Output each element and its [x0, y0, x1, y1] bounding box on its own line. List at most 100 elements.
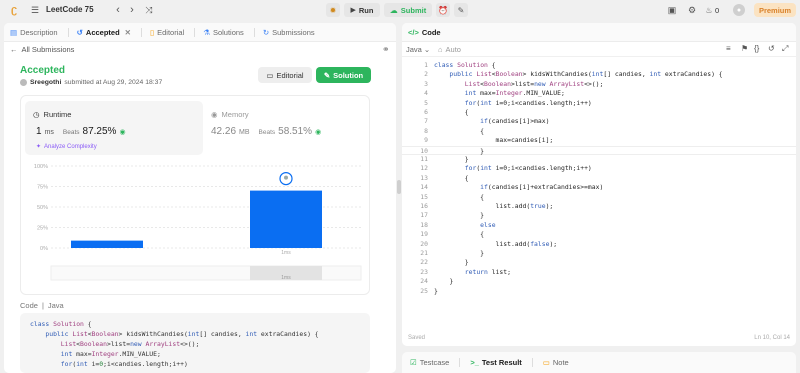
- debug-icon[interactable]: ✹: [326, 3, 340, 17]
- code-line: class Solution {: [30, 320, 92, 328]
- chevron-down-icon: ⌄: [423, 45, 431, 54]
- line-number: 25: [420, 286, 428, 295]
- editor-line[interactable]: 2 public List<Boolean> kidsWithCandies(i…: [402, 70, 796, 79]
- share-link-icon[interactable]: ⚭: [382, 44, 390, 55]
- settings-gear-icon[interactable]: ⚙: [686, 4, 698, 16]
- autocomplete-mode[interactable]: ⌂ Auto: [438, 45, 461, 54]
- editorial-button[interactable]: ▭ Editorial: [258, 67, 312, 83]
- y-tick-label: 0%: [40, 246, 48, 252]
- timer-icon[interactable]: ⏰: [436, 3, 450, 17]
- submit-button[interactable]: ☁ Submit: [384, 3, 432, 17]
- line-text: {: [434, 108, 469, 116]
- panel-resize-handle[interactable]: [397, 180, 401, 194]
- runtime-box[interactable]: ◷ Runtime 1 ms Beats 87.25% ◉ ✦ Analyze Co…: [25, 101, 203, 155]
- editor-line[interactable]: 1 class Solution {: [402, 61, 796, 70]
- reset-icon[interactable]: ↺: [768, 44, 775, 53]
- editor-line[interactable]: 12 for(int i=0;i<candies.length;i++): [402, 164, 796, 173]
- history-icon: ↺: [76, 27, 83, 37]
- user-marker-head: [284, 175, 288, 180]
- editor-line[interactable]: 6 {: [402, 108, 796, 117]
- notes-icon[interactable]: ✎: [454, 3, 468, 17]
- tab-accepted[interactable]: ↺ Accepted ✕: [77, 28, 131, 37]
- tab-code[interactable]: </> Code: [408, 28, 441, 37]
- editor-line[interactable]: 14 if(candies[i]+extraCandies>=max): [402, 183, 796, 192]
- prev-problem-icon[interactable]: ‹: [112, 4, 124, 16]
- layout-icon[interactable]: ▣: [666, 4, 678, 16]
- editor-line[interactable]: 21 }: [402, 249, 796, 258]
- analyze-complexity-link[interactable]: ✦ Analyze Complexity: [36, 143, 97, 151]
- memory-box[interactable]: ◉ Memory 42.26 MB Beats 58.51% ◉: [209, 101, 367, 155]
- line-number: 12: [420, 164, 428, 173]
- editor-line[interactable]: 18 else: [402, 221, 796, 230]
- editor-line[interactable]: 24 }: [402, 277, 796, 286]
- editor-line[interactable]: 15 {: [402, 193, 796, 202]
- editor-line[interactable]: 5 for(int i=0;i<candies.length;i++): [402, 99, 796, 108]
- editor-line[interactable]: 20 list.add(false);: [402, 240, 796, 249]
- premium-button[interactable]: Premium: [754, 3, 796, 17]
- leetcode-logo-icon[interactable]: ʗ: [8, 4, 20, 16]
- tab-testcase[interactable]: ☑ Testcase: [410, 358, 449, 367]
- flask-icon: ⚗: [203, 27, 210, 37]
- problem-list-title[interactable]: LeetCode 75: [46, 5, 94, 14]
- bookmark-icon[interactable]: ⚑: [741, 44, 748, 53]
- editor-line[interactable]: 23 return list;: [402, 268, 796, 277]
- line-number: 24: [420, 277, 428, 286]
- tab-test-result-label: Test Result: [481, 358, 522, 367]
- editor-line[interactable]: 13 {: [402, 174, 796, 183]
- editor-line[interactable]: 9 max=candies[i];: [402, 136, 796, 145]
- runtime-beats-label: Beats: [62, 129, 80, 136]
- editor-line[interactable]: 7 if(candies[i]>max): [402, 117, 796, 126]
- editor-line[interactable]: 19 {: [402, 230, 796, 239]
- run-button[interactable]: ▶ Run: [344, 3, 380, 17]
- editor-line[interactable]: 8 {: [402, 127, 796, 136]
- y-tick-label: 75%: [37, 185, 48, 191]
- avatar[interactable]: ●: [733, 4, 745, 16]
- checkbox-icon: ☑: [410, 358, 417, 367]
- tab-submissions[interactable]: ↻ Submissions: [263, 28, 315, 37]
- console-tabs: ☑ Testcase >_ Test Result ▭ Note: [402, 352, 796, 373]
- tab-description[interactable]: ▤ Description: [10, 28, 58, 37]
- editor-line[interactable]: 3 List<Boolean>list=new ArrayList<>();: [402, 80, 796, 89]
- streak-fire-icon[interactable]: ♨: [704, 4, 714, 16]
- close-tab-icon[interactable]: ✕: [125, 28, 131, 37]
- editor-line[interactable]: 22 }: [402, 258, 796, 267]
- editor-line[interactable]: 17 }: [402, 211, 796, 220]
- shuffle-icon[interactable]: ⤨: [143, 4, 155, 16]
- tab-note-label: Note: [552, 358, 569, 367]
- play-icon: ▶: [350, 7, 356, 14]
- editor-line[interactable]: 16 list.add(true);: [402, 202, 796, 211]
- line-number: 7: [424, 117, 428, 126]
- code-editor[interactable]: 1 class Solution {2 public List<Boolean> …: [402, 61, 796, 321]
- arrow-left-icon: ←: [10, 45, 18, 54]
- tab-solutions[interactable]: ⚗ Solutions: [203, 28, 244, 37]
- editor-line[interactable]: 4 int max=Integer.MIN_VALUE;: [402, 89, 796, 98]
- line-text: List<Boolean>list=new ArrayList<>();: [464, 79, 604, 88]
- line-text: public List<Boolean> kidsWithCandies(int…: [449, 70, 723, 79]
- y-tick-label: 50%: [37, 205, 48, 211]
- format-icon[interactable]: ≡: [726, 44, 731, 53]
- editor-line[interactable]: 10 }: [402, 145, 796, 155]
- line-text: {: [434, 173, 469, 182]
- tab-divider: [67, 27, 69, 37]
- line-text: if(candies[i]>max): [480, 117, 550, 126]
- line-number: 2: [424, 70, 428, 79]
- tab-note[interactable]: ▭ Note: [543, 358, 569, 367]
- line-number: 4: [424, 89, 428, 98]
- tab-test-result[interactable]: >_ Test Result: [470, 358, 521, 367]
- next-problem-icon[interactable]: ›: [126, 4, 138, 16]
- tab-editorial[interactable]: ▯ Editorial: [150, 28, 184, 37]
- back-to-submissions[interactable]: ← All Submissions: [10, 45, 74, 54]
- line-text: {: [434, 192, 485, 201]
- editor-line[interactable]: 25}: [402, 287, 796, 296]
- username[interactable]: Sreegothi: [30, 79, 61, 86]
- memory-unit: MB: [239, 129, 250, 136]
- runtime-distribution-chart: 100% 75% 50% 25% 0% 1ms 1ms: [34, 164, 362, 281]
- problem-list-icon[interactable]: ☰: [30, 5, 40, 15]
- language-select[interactable]: Java ⌄: [406, 45, 430, 54]
- editor-line[interactable]: 11 }: [402, 155, 796, 164]
- braces-icon[interactable]: {}: [754, 44, 759, 53]
- bar: [71, 240, 143, 248]
- solution-button[interactable]: ✎ Solution: [316, 67, 371, 83]
- line-number: 23: [420, 267, 428, 276]
- fullscreen-icon[interactable]: ⤢: [782, 44, 788, 54]
